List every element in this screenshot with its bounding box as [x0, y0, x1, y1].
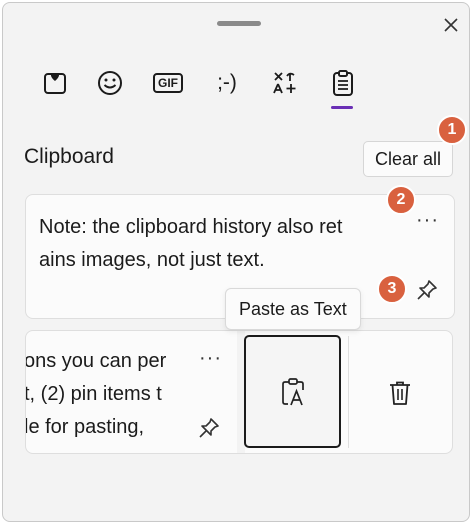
more-options-button[interactable]: ···	[199, 347, 222, 370]
clipboard-text-icon	[281, 377, 304, 405]
action-divider	[348, 336, 349, 448]
delete-button[interactable]	[367, 363, 433, 423]
trash-icon	[390, 381, 410, 405]
tab-selected-indicator	[331, 106, 353, 109]
close-button[interactable]	[437, 11, 465, 39]
tab-most-used[interactable]	[33, 61, 77, 105]
paste-as-text-tooltip: Paste as Text	[225, 288, 361, 330]
section-title: Clipboard	[24, 145, 114, 168]
heart-square-icon	[44, 73, 66, 94]
drag-grip[interactable]	[217, 21, 261, 26]
pin-icon	[417, 280, 437, 300]
clipboard-item-text: ons you can per t, (2) pin items t le fo…	[25, 345, 194, 444]
emoji-clipboard-panel: GIF ;-) Clipboard Clear all Note: the cl…	[2, 2, 470, 522]
clear-all-button[interactable]: Clear all	[363, 141, 453, 177]
callout-badge: 2	[386, 185, 416, 215]
clipboard-item-text: Note: the clipboard history also ret ain…	[39, 211, 394, 277]
more-options-button[interactable]: ···	[416, 209, 439, 232]
tab-gif[interactable]: GIF	[146, 61, 190, 105]
tab-kaomoji[interactable]: ;-)	[205, 61, 249, 105]
pin-button[interactable]	[198, 417, 220, 439]
smiley-icon	[98, 71, 122, 95]
text-line: ons you can per	[25, 350, 167, 372]
close-icon	[444, 18, 458, 32]
paste-as-text-button[interactable]	[244, 335, 341, 448]
symbols-icon	[273, 72, 296, 94]
tab-emoji[interactable]	[88, 61, 132, 105]
text-line: t, (2) pin items t	[25, 383, 162, 405]
tab-clipboard[interactable]	[321, 61, 365, 105]
pin-button[interactable]	[416, 279, 438, 301]
callout-badge: 3	[377, 274, 407, 304]
kaomoji-icon: ;-)	[217, 71, 237, 94]
text-line: ains images, not just text.	[39, 249, 265, 271]
callout-badge: 1	[437, 115, 467, 145]
pin-icon	[199, 418, 219, 438]
text-line: Note: the clipboard history also ret	[39, 216, 343, 238]
tab-symbols[interactable]	[263, 61, 307, 105]
clipboard-icon	[333, 70, 353, 96]
text-line: le for pasting,	[25, 416, 145, 438]
gif-icon: GIF	[153, 73, 183, 93]
